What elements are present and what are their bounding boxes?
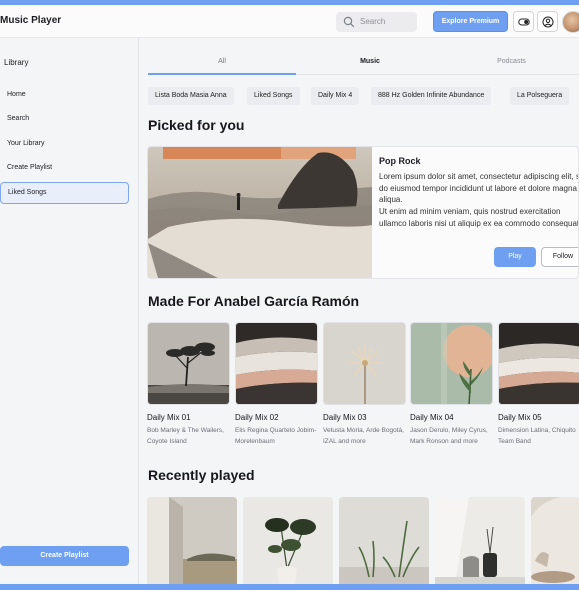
app-title: Music Player [0,15,62,26]
chip-playlist[interactable]: La Polseguera [510,87,570,105]
mix-cover [235,322,318,405]
mix-cover [323,322,406,405]
mix-card[interactable]: Daily Mix 04 Jason Derulo, Miley Cyrus, … [410,322,494,447]
section-title-made-for: Made For Anabel García Ramón [148,293,360,309]
search-input[interactable]: Search [336,12,417,32]
featured-description-p2: Ut enim ad minim veniam, quis nostrud ex… [379,207,579,228]
sidebar-item-search[interactable]: Search [0,108,129,130]
recent-card[interactable] [531,497,579,584]
follow-button[interactable]: Follow [541,247,578,267]
chip-playlist[interactable]: Daily Mix 4 [311,87,360,105]
featured-description-p1: Lorem ipsum dolor sit amet, consectetur … [379,172,579,205]
create-playlist-button[interactable]: Create Playlist [0,546,129,566]
mix-title: Daily Mix 05 [498,413,542,422]
search-icon [343,16,355,28]
library-title: Library [4,58,29,67]
mix-subtitle: Elis Regina Quarteto Jobim-Morelenbaum [235,427,317,445]
mix-title: Daily Mix 01 [147,413,191,422]
chip-playlist[interactable]: Liked Songs [247,87,300,105]
mix-cover [147,322,230,405]
toggle-icon [518,18,530,26]
section-title-recently-played: Recently played [148,467,255,483]
featured-image [148,147,372,278]
mix-cover [498,322,579,405]
mix-card[interactable]: Daily Mix 03 Vetusta Morla, Arde Bogotá,… [323,322,407,447]
mix-card[interactable]: Daily Mix 01 Bob Marley & The Wailers, C… [147,322,231,447]
recent-card[interactable] [243,497,333,584]
recent-card[interactable] [147,497,237,584]
sidebar: Library Home Search Your Library Create … [0,38,139,584]
explore-premium-button[interactable]: Explore Premium [433,11,508,32]
section-title-picked: Picked for you [148,117,245,133]
chip-playlist[interactable]: Lista Boda Masia Anna [148,87,234,105]
recent-card[interactable] [435,497,525,584]
mix-card[interactable]: Daily Mix 02 Elis Regina Quarteto Jobim-… [235,322,319,447]
top-header: Music Player Search Explore Premium [0,5,579,38]
tab-podcasts[interactable]: Podcasts [444,52,579,75]
mix-card[interactable]: Daily Mix 05 Dimension Latina, Chiquito … [498,322,579,447]
bottom-accent-bar [0,584,579,590]
theme-toggle-button[interactable] [513,11,534,32]
tab-music[interactable]: Music [296,52,444,75]
mix-subtitle: Bob Marley & The Wailers, Coyote Island [147,427,224,445]
sidebar-item-home[interactable]: Home [0,84,129,106]
account-button[interactable] [537,11,558,32]
featured-title: Pop Rock [379,156,421,166]
mix-title: Daily Mix 02 [235,413,279,422]
search-placeholder: Search [360,17,386,26]
sidebar-item-create-playlist[interactable]: Create Playlist [0,157,129,179]
mix-cover [410,322,493,405]
avatar[interactable] [562,11,579,33]
chip-playlist[interactable]: 888 Hz Golden Infinite Abundance [371,87,492,105]
featured-description: Lorem ipsum dolor sit amet, consectetur … [379,171,579,230]
featured-card[interactable]: Pop Rock Lorem ipsum dolor sit amet, con… [147,146,579,279]
play-button[interactable]: Play [494,247,536,267]
user-icon [542,16,554,28]
content-tabs: All Music Podcasts [148,52,579,75]
recent-card[interactable] [339,497,429,584]
mix-title: Daily Mix 03 [323,413,367,422]
mix-subtitle: Jason Derulo, Miley Cyrus, Mark Ronson a… [410,427,488,445]
sidebar-item-liked-songs[interactable]: Liked Songs [0,182,129,204]
sidebar-item-your-library[interactable]: Your Library [0,133,129,155]
tab-all[interactable]: All [148,52,296,75]
mix-title: Daily Mix 04 [410,413,454,422]
mix-subtitle: Dimension Latina, Chiquito Team Band [498,427,576,445]
mix-subtitle: Vetusta Morla, Arde Bogotá, IZAL and mor… [323,427,404,445]
